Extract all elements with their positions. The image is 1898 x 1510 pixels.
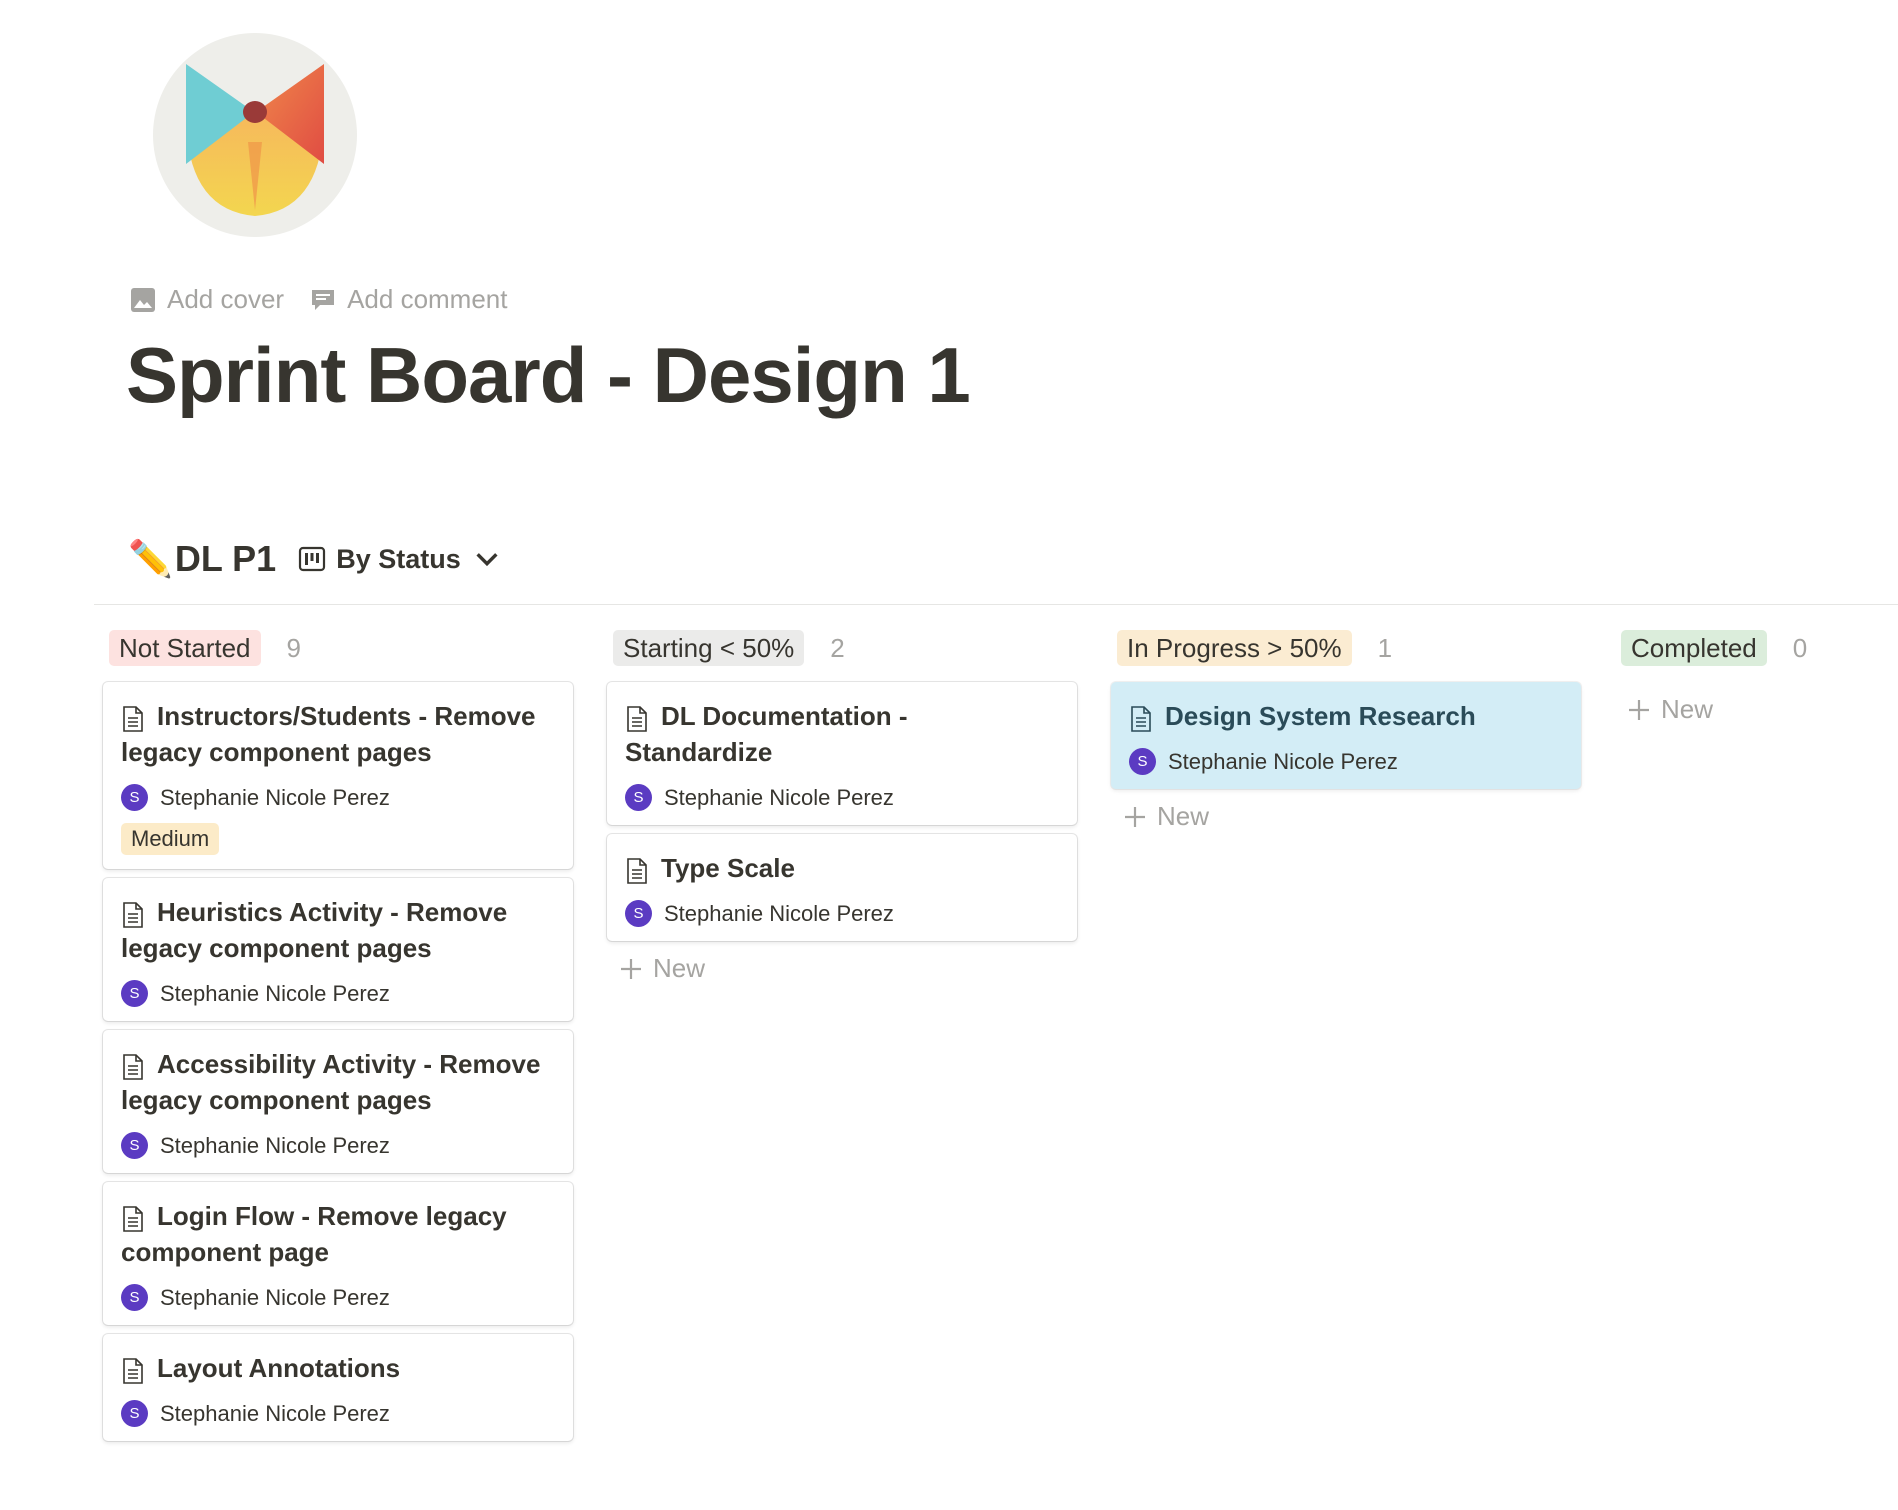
assignee: S Stephanie Nicole Perez bbox=[121, 1400, 555, 1427]
task-card[interactable]: Heuristics Activity - Remove legacy comp… bbox=[103, 878, 573, 1021]
column-count: 1 bbox=[1377, 632, 1393, 663]
avatar: S bbox=[121, 784, 148, 811]
add-cover-button[interactable]: Add cover bbox=[130, 284, 284, 315]
card-title: Instructors/Students - Remove legacy com… bbox=[121, 698, 555, 770]
chevron-down-icon bbox=[476, 553, 498, 567]
assignee-name: Stephanie Nicole Perez bbox=[160, 1132, 390, 1158]
task-card[interactable]: Layout Annotations S Stephanie Nicole Pe… bbox=[103, 1334, 573, 1441]
card-title-text: Layout Annotations bbox=[157, 1353, 401, 1383]
column-count: 2 bbox=[830, 632, 845, 663]
plus-icon bbox=[1125, 806, 1145, 827]
page-logo-icon[interactable] bbox=[152, 32, 358, 238]
assignee: S Stephanie Nicole Perez bbox=[625, 900, 1059, 927]
avatar: S bbox=[625, 900, 652, 927]
new-card-button[interactable]: New bbox=[1123, 801, 1581, 832]
new-label: New bbox=[1157, 801, 1210, 831]
page-actions: Add cover Add comment bbox=[130, 284, 507, 315]
avatar: S bbox=[121, 980, 148, 1007]
card-title-text: Design System Research bbox=[1165, 701, 1476, 731]
card-title-text: DL Documentation - Standardize bbox=[625, 701, 908, 767]
board-view-icon bbox=[299, 546, 326, 572]
page-icon bbox=[123, 1358, 143, 1384]
avatar: S bbox=[1129, 748, 1156, 775]
card-title: Heuristics Activity - Remove legacy comp… bbox=[121, 894, 555, 966]
task-card[interactable]: Type Scale S Stephanie Nicole Perez bbox=[607, 834, 1077, 941]
column-header: Completed 0 bbox=[1621, 630, 1898, 666]
add-comment-button[interactable]: Add comment bbox=[310, 284, 507, 315]
task-card[interactable]: DL Documentation - Standardize S Stephan… bbox=[607, 682, 1077, 825]
status-pill[interactable]: Not Started bbox=[109, 630, 261, 666]
add-cover-label: Add cover bbox=[167, 284, 285, 314]
column-header: Not Started 9 bbox=[109, 630, 573, 666]
column-header: In Progress > 50% 1 bbox=[1117, 630, 1581, 666]
page-title[interactable]: Sprint Board - Design 1 bbox=[126, 330, 971, 421]
task-card[interactable]: Accessibility Activity - Remove legacy c… bbox=[103, 1030, 573, 1173]
column-completed: Completed 0 New bbox=[1615, 630, 1898, 725]
status-pill[interactable]: Starting < 50% bbox=[613, 630, 805, 666]
card-title: Layout Annotations bbox=[121, 1350, 555, 1386]
column-in-progress: In Progress > 50% 1 Design System Resear… bbox=[1111, 630, 1581, 832]
card-title-text: Heuristics Activity - Remove legacy comp… bbox=[121, 897, 508, 963]
avatar: S bbox=[625, 784, 652, 811]
assignee-name: Stephanie Nicole Perez bbox=[160, 784, 390, 810]
pencil-icon: ✏️ bbox=[128, 538, 173, 579]
comment-icon bbox=[312, 289, 335, 310]
page-icon bbox=[123, 1206, 143, 1232]
view-switcher[interactable]: By Status bbox=[298, 544, 501, 575]
plus-icon bbox=[621, 958, 641, 979]
assignee-name: Stephanie Nicole Perez bbox=[160, 980, 390, 1006]
page-icon bbox=[627, 706, 647, 732]
assignee-name: Stephanie Nicole Perez bbox=[160, 1400, 390, 1426]
new-card-button[interactable]: New bbox=[619, 953, 1077, 984]
task-card[interactable]: Instructors/Students - Remove legacy com… bbox=[103, 682, 573, 869]
page-icon bbox=[123, 1054, 143, 1080]
page-icon bbox=[1131, 706, 1151, 732]
card-title: DL Documentation - Standardize bbox=[625, 698, 1059, 770]
add-comment-label: Add comment bbox=[347, 284, 508, 314]
column-starting: Starting < 50% 2 DL Documentation - Stan… bbox=[607, 630, 1077, 984]
assignee: S Stephanie Nicole Perez bbox=[121, 980, 555, 1007]
avatar: S bbox=[121, 1400, 148, 1427]
plus-icon bbox=[1629, 699, 1649, 720]
task-card[interactable]: Design System Research S Stephanie Nicol… bbox=[1111, 682, 1581, 789]
priority-tag: Medium bbox=[121, 823, 220, 855]
database-header: ✏️ DL P1 By Status bbox=[128, 538, 501, 580]
assignee: S Stephanie Nicole Perez bbox=[121, 1284, 555, 1311]
column-count: 9 bbox=[286, 632, 301, 663]
page-icon bbox=[123, 902, 143, 928]
assignee: S Stephanie Nicole Perez bbox=[625, 784, 1059, 811]
assignee: S Stephanie Nicole Perez bbox=[121, 784, 555, 811]
new-card-button[interactable]: New bbox=[1627, 694, 1898, 725]
column-header: Starting < 50% 2 bbox=[613, 630, 1077, 666]
new-label: New bbox=[653, 953, 706, 983]
assignee-name: Stephanie Nicole Perez bbox=[160, 1284, 390, 1310]
card-title-text: Type Scale bbox=[661, 853, 795, 883]
card-title-text: Instructors/Students - Remove legacy com… bbox=[121, 701, 536, 767]
avatar: S bbox=[121, 1132, 148, 1159]
divider bbox=[94, 604, 1898, 605]
avatar: S bbox=[121, 1284, 148, 1311]
database-title[interactable]: DL P1 bbox=[175, 538, 276, 580]
assignee-name: Stephanie Nicole Perez bbox=[664, 900, 894, 926]
card-title-text: Accessibility Activity - Remove legacy c… bbox=[121, 1049, 541, 1115]
column-not-started: Not Started 9 Instructors/Students - Rem… bbox=[103, 630, 573, 1450]
status-pill[interactable]: In Progress > 50% bbox=[1117, 630, 1352, 666]
status-pill[interactable]: Completed bbox=[1621, 630, 1767, 666]
card-title: Login Flow - Remove legacy component pag… bbox=[121, 1198, 555, 1270]
assignee: S Stephanie Nicole Perez bbox=[121, 1132, 555, 1159]
page-icon bbox=[627, 858, 647, 884]
view-label: By Status bbox=[336, 543, 461, 574]
assignee-name: Stephanie Nicole Perez bbox=[664, 784, 894, 810]
image-icon bbox=[131, 287, 155, 312]
card-title: Design System Research bbox=[1129, 698, 1563, 734]
new-label: New bbox=[1661, 694, 1714, 724]
column-count: 0 bbox=[1792, 632, 1808, 663]
page-icon bbox=[123, 706, 143, 732]
card-title: Type Scale bbox=[625, 850, 1059, 886]
task-card[interactable]: Login Flow - Remove legacy component pag… bbox=[103, 1182, 573, 1325]
card-title-text: Login Flow - Remove legacy component pag… bbox=[121, 1201, 507, 1267]
card-title: Accessibility Activity - Remove legacy c… bbox=[121, 1046, 555, 1118]
assignee-name: Stephanie Nicole Perez bbox=[1168, 748, 1398, 774]
assignee: S Stephanie Nicole Perez bbox=[1129, 748, 1563, 775]
